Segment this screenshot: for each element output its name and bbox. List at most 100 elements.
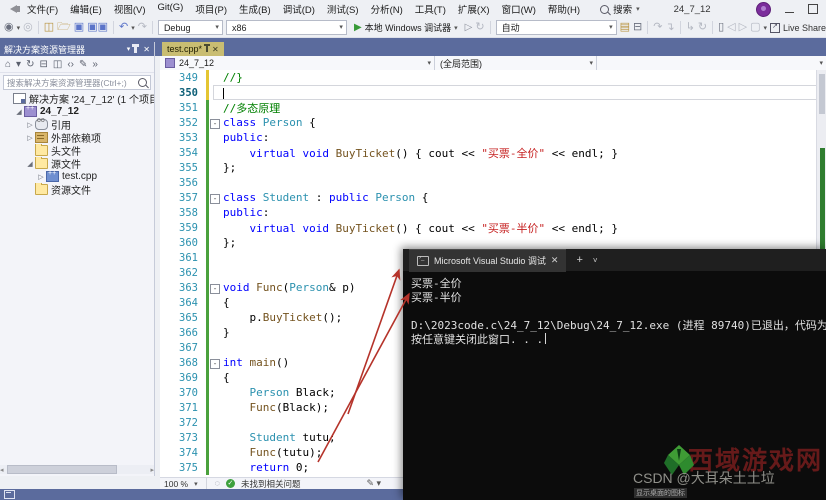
minimize-button[interactable] <box>785 12 794 13</box>
scroll-right-icon[interactable]: ▸ <box>150 466 154 474</box>
next-bookmark-icon[interactable]: ▷ <box>739 22 747 33</box>
solution-search-input[interactable]: 搜索解决方案资源管理器(Ctrl+;) <box>3 75 151 90</box>
fold-marker-icon[interactable]: - <box>209 116 221 129</box>
tree-item[interactable]: ▷test.cpp <box>0 170 154 183</box>
tree-item[interactable]: 资源文件 <box>0 183 154 196</box>
code-line[interactable]: 349//} <box>160 70 826 85</box>
start-without-debug-icon[interactable]: ▷ <box>465 22 473 33</box>
edit-mode-icon[interactable]: ✎ ▾ <box>367 478 382 489</box>
overflow-icon[interactable]: ▾ <box>763 24 767 32</box>
scroll-left-icon[interactable]: ◂ <box>0 466 4 474</box>
new-tab-icon[interactable]: + <box>576 254 582 266</box>
step-over-icon[interactable]: ↷ <box>653 22 662 33</box>
tree-item[interactable]: ◢源文件 <box>0 157 154 170</box>
horizontal-scrollbar[interactable]: ◂ ▸ <box>0 465 154 474</box>
fold-marker-icon[interactable]: - <box>209 191 221 204</box>
tree-expander-icon[interactable]: ◢ <box>14 108 24 116</box>
bookmark-icon[interactable]: ▯ <box>718 22 724 33</box>
scope-dropdown[interactable]: (全局范围) ▾ <box>435 56 597 70</box>
debug-console-window[interactable]: Microsoft Visual Studio 调试 ✕ + ˅ 买票-全价买票… <box>403 249 826 500</box>
undo-icon[interactable]: ↶ <box>119 22 128 33</box>
menu-item[interactable]: 调试(D) <box>277 0 321 18</box>
home-icon[interactable]: ⌂ <box>5 59 11 70</box>
overflow-icon[interactable]: » <box>92 59 98 70</box>
code-line[interactable]: 350 <box>160 85 826 100</box>
platform-dropdown[interactable]: x86 <box>226 20 347 35</box>
scrollbar-thumb[interactable] <box>7 465 117 474</box>
tree-expander-icon[interactable]: ▷ <box>25 134 35 142</box>
search-box[interactable]: 搜索 ▾ <box>600 2 640 16</box>
properties-icon[interactable]: ✎ <box>79 59 87 70</box>
menu-item[interactable]: 帮助(H) <box>542 0 586 18</box>
step-into-icon[interactable]: ↴ <box>665 22 674 33</box>
open-file-icon[interactable]: 🗁 <box>57 22 71 33</box>
chevron-down-icon[interactable]: ˅ <box>593 256 598 265</box>
code-line[interactable]: 354 virtual void BuyTicket() { cout << "… <box>160 145 826 160</box>
chevron-down-icon[interactable]: ▾ <box>127 45 131 53</box>
maximize-button[interactable] <box>808 4 818 14</box>
live-share-button[interactable]: Live Share <box>770 23 826 33</box>
attach-icon[interactable]: ▤ <box>620 22 630 33</box>
menu-item[interactable]: Git(G) <box>151 0 189 18</box>
health-icon[interactable]: ◌ <box>215 478 220 489</box>
zoom-dropdown[interactable]: 100 % ▾ <box>164 479 198 489</box>
tree-item[interactable]: 头文件 <box>0 144 154 157</box>
nav-back-icon[interactable]: ◉ <box>4 22 14 33</box>
save-icon[interactable]: ▣ <box>74 22 84 33</box>
show-all-files-icon[interactable]: ◫ <box>53 59 62 70</box>
menu-item[interactable]: 分析(N) <box>365 0 409 18</box>
code-line[interactable]: 359 virtual void BuyTicket() { cout << "… <box>160 220 826 235</box>
start-debug-button[interactable]: ▶ 本地 Windows 调试器 ▾ <box>350 20 462 35</box>
menu-item[interactable]: 文件(F) <box>21 0 64 18</box>
filter-icon[interactable]: ▾ <box>16 59 21 70</box>
save-all-icon[interactable]: ▣▣ <box>87 22 108 33</box>
auto-dropdown[interactable]: 自动 <box>496 20 617 35</box>
code-line[interactable]: 356 <box>160 175 826 190</box>
menu-item[interactable]: 生成(B) <box>233 0 277 18</box>
code-view-icon[interactable]: ‹› <box>67 59 74 70</box>
close-icon[interactable]: ✕ <box>551 255 559 266</box>
code-line[interactable]: 358public: <box>160 205 826 220</box>
code-line[interactable]: 351//多态原理 <box>160 100 826 115</box>
tree-item[interactable]: ▷外部依赖项 <box>0 131 154 144</box>
tree-expander-icon[interactable]: ▷ <box>25 121 35 129</box>
chevron-down-icon[interactable]: ▾ <box>17 24 21 32</box>
console-tab[interactable]: Microsoft Visual Studio 调试 ✕ <box>409 249 566 272</box>
menu-item[interactable]: 窗口(W) <box>496 0 542 18</box>
menu-item[interactable]: 项目(P) <box>189 0 233 18</box>
code-line[interactable]: 355}; <box>160 160 826 175</box>
menu-item[interactable]: 编辑(E) <box>64 0 108 18</box>
configuration-dropdown[interactable]: Debug <box>158 20 223 35</box>
chevron-down-icon[interactable]: ▾ <box>131 24 135 32</box>
solution-explorer-titlebar[interactable]: 解决方案资源管理器 ▾ ✕ <box>0 42 154 56</box>
tree-expander-icon[interactable]: ◢ <box>25 160 35 168</box>
tree-expander-icon[interactable]: ▷ <box>36 173 46 181</box>
scrollbar-thumb[interactable] <box>819 74 825 114</box>
menu-item[interactable]: 工具(T) <box>409 0 452 18</box>
tab-test-cpp[interactable]: test.cpp* ✕ <box>162 42 224 56</box>
tree-item[interactable]: 解决方案 '24_7_12' (1 个项目，共 1 个 <box>0 92 154 105</box>
prev-bookmark-icon[interactable]: ◁ <box>727 22 735 33</box>
hot-reload-icon[interactable]: ↻ <box>475 22 484 33</box>
close-icon[interactable]: ✕ <box>143 45 150 54</box>
code-line[interactable]: 357-class Student : public Person { <box>160 190 826 205</box>
tree-item[interactable]: ▷引用 <box>0 118 154 131</box>
account-avatar[interactable] <box>756 2 771 17</box>
member-dropdown[interactable]: ▾ <box>597 56 826 70</box>
fold-marker-icon[interactable]: - <box>209 281 221 294</box>
fold-marker-icon[interactable]: - <box>209 356 221 369</box>
pin-icon[interactable] <box>206 46 208 52</box>
close-icon[interactable]: ✕ <box>212 45 219 54</box>
nav-forward-icon[interactable]: ◎ <box>23 22 33 33</box>
tree-item[interactable]: ◢24_7_12 <box>0 105 154 118</box>
menu-item[interactable]: 测试(S) <box>321 0 365 18</box>
code-line[interactable]: 352-class Person { <box>160 115 826 130</box>
step-out-icon[interactable]: ↳ <box>686 22 695 33</box>
menu-item[interactable]: 视图(V) <box>108 0 152 18</box>
breakpoint-icon[interactable]: ⊟ <box>633 22 642 33</box>
restart-icon[interactable]: ↻ <box>698 22 707 33</box>
collapse-all-icon[interactable]: ⊟ <box>39 59 47 70</box>
menu-item[interactable]: 扩展(X) <box>452 0 496 18</box>
clear-bookmark-icon[interactable]: ▢ <box>750 22 760 33</box>
code-line[interactable]: 353public: <box>160 130 826 145</box>
